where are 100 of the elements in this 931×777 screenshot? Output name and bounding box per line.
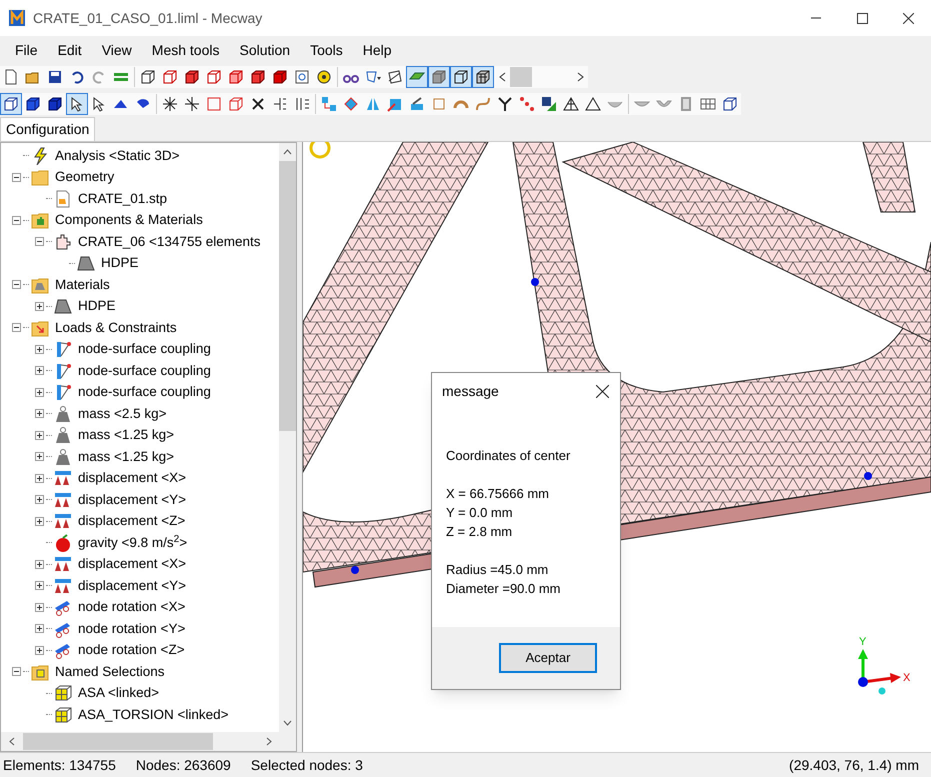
expand-toggle[interactable] bbox=[34, 409, 44, 418]
expand-toggle[interactable] bbox=[34, 646, 44, 655]
tree-item[interactable]: node-surface coupling bbox=[78, 339, 211, 360]
horizontal-scrollbar[interactable] bbox=[1, 732, 296, 751]
dots-icon bbox=[519, 96, 535, 112]
tree-item[interactable]: displacement <X> bbox=[78, 554, 186, 574]
tree-item[interactable]: node-surface coupling bbox=[78, 382, 211, 402]
weight-icon bbox=[54, 426, 72, 444]
app-logo bbox=[8, 9, 26, 27]
expand-toggle[interactable] bbox=[34, 624, 44, 634]
material-folder-icon bbox=[31, 276, 49, 294]
tree-item[interactable]: HDPE bbox=[101, 253, 139, 274]
grid-cube-icon bbox=[54, 706, 72, 724]
expand-toggle[interactable] bbox=[34, 388, 44, 397]
menu-item[interactable]: File bbox=[6, 40, 47, 60]
new-file-icon bbox=[3, 69, 19, 85]
menu-item[interactable]: Mesh tools bbox=[142, 40, 228, 60]
tree-item[interactable]: CRATE_01.stp bbox=[78, 188, 168, 209]
message-text: Diameter =90.0 mm bbox=[446, 580, 562, 598]
tree-item[interactable]: displacement <Y> bbox=[78, 576, 186, 596]
tree-item[interactable]: node rotation <X> bbox=[78, 597, 186, 618]
close-button[interactable] bbox=[594, 383, 610, 399]
collapse-toggle[interactable] bbox=[12, 172, 20, 182]
tree-item[interactable]: ASA_TORSION <linked> bbox=[78, 704, 229, 725]
expand-toggle[interactable] bbox=[34, 516, 44, 526]
wire-cube-icon bbox=[140, 69, 156, 85]
triangle-mesh-icon bbox=[563, 96, 579, 112]
scrollbar-thumb[interactable] bbox=[279, 161, 296, 431]
status-text: Nodes: 263609 bbox=[136, 756, 231, 774]
collapse-toggle[interactable] bbox=[12, 667, 20, 676]
table-icon bbox=[700, 96, 716, 112]
maximize-icon bbox=[856, 12, 868, 24]
dialog-title: message bbox=[442, 382, 499, 401]
expand-toggle[interactable] bbox=[34, 452, 44, 462]
tree-item[interactable]: Analysis <Static 3D> bbox=[55, 146, 180, 166]
tree-item[interactable]: mass <2.5 kg> bbox=[78, 404, 167, 424]
cross-icon bbox=[250, 96, 266, 112]
support-icon bbox=[54, 490, 72, 509]
mesh-cube-icon bbox=[475, 69, 491, 85]
cube-icon bbox=[431, 69, 447, 85]
tree-item[interactable]: displacement <X> bbox=[78, 468, 186, 488]
scrollbar-thumb[interactable] bbox=[23, 733, 213, 750]
tree-item[interactable]: Materials bbox=[55, 274, 110, 295]
viewport[interactable]: Y X message Coordinates of center X = 66.75666 mm Y = 0.0 mm Z = 2.8 mm Radius =45.0 mm Diameter =90.0 mm Aceptar bbox=[302, 142, 931, 752]
expand-toggle[interactable] bbox=[34, 560, 44, 569]
tab[interactable]: Configuration bbox=[0, 117, 96, 141]
toolbar-button[interactable] bbox=[66, 92, 88, 114]
scroll-down-icon bbox=[283, 720, 292, 726]
tree-item[interactable]: gravity <9.8 m/s$^{2}$> bbox=[78, 532, 188, 553]
tree-item[interactable]: Named Selections bbox=[55, 662, 165, 682]
tree-item[interactable]: displacement <Y> bbox=[78, 490, 186, 510]
toolbar-button[interactable] bbox=[450, 66, 472, 88]
expand-toggle[interactable] bbox=[34, 366, 44, 376]
expand-toggle[interactable] bbox=[34, 495, 44, 504]
scrollbar-thumb[interactable] bbox=[510, 67, 532, 87]
tree-item[interactable]: mass <1.25 kg> bbox=[78, 446, 174, 467]
menu-item[interactable]: View bbox=[92, 40, 141, 60]
tree-item[interactable]: ASA <linked> bbox=[78, 683, 160, 704]
plus-icon bbox=[36, 410, 42, 418]
tree-item[interactable]: displacement <Z> bbox=[78, 511, 186, 532]
accept-button[interactable]: Aceptar bbox=[499, 643, 597, 673]
tree-item[interactable]: node rotation <Z> bbox=[78, 640, 185, 660]
collapse-toggle[interactable] bbox=[12, 216, 20, 225]
wire-cube-icon bbox=[228, 96, 244, 112]
menu-item[interactable]: Tools bbox=[301, 40, 352, 60]
expand-toggle[interactable] bbox=[34, 602, 44, 612]
menu-item[interactable]: Help bbox=[354, 40, 401, 60]
expand-toggle[interactable] bbox=[34, 430, 44, 440]
tree-item[interactable]: CRATE_06 <134755 elements bbox=[78, 232, 260, 252]
cube-icon bbox=[722, 96, 738, 112]
loads-folder-icon bbox=[31, 318, 49, 337]
support-icon bbox=[54, 469, 72, 488]
folder-icon bbox=[31, 168, 49, 186]
tree-item[interactable]: node rotation <Y> bbox=[78, 618, 186, 639]
toolbar-button[interactable] bbox=[0, 92, 22, 114]
scroll-up-icon bbox=[283, 149, 292, 155]
tree-item[interactable]: HDPE bbox=[78, 296, 116, 316]
tree-item[interactable]: node-surface coupling bbox=[78, 360, 211, 381]
close-icon bbox=[596, 384, 608, 398]
menu-item[interactable]: Edit bbox=[48, 40, 91, 60]
expand-toggle[interactable] bbox=[34, 581, 44, 590]
tree-item[interactable]: Geometry bbox=[55, 167, 114, 188]
selection-folder-icon bbox=[31, 662, 49, 681]
window-title: CRATE_01_CASO_01.liml - Mecway bbox=[33, 8, 262, 28]
tree-item[interactable]: Loads & Constraints bbox=[55, 318, 177, 338]
collapse-toggle[interactable] bbox=[12, 323, 20, 332]
plus-icon bbox=[36, 604, 42, 611]
toolbar-button[interactable] bbox=[472, 66, 494, 88]
collapse-toggle[interactable] bbox=[12, 280, 20, 290]
scroll-right-icon bbox=[266, 737, 272, 746]
tree-item[interactable]: mass <1.25 kg> bbox=[78, 425, 174, 446]
close-icon bbox=[902, 12, 914, 24]
tree-item[interactable]: Components & Materials bbox=[55, 210, 203, 230]
expand-toggle[interactable] bbox=[34, 474, 44, 483]
expand-toggle[interactable] bbox=[34, 302, 44, 311]
plus-icon bbox=[36, 432, 42, 439]
collapse-toggle[interactable] bbox=[34, 237, 44, 246]
expand-toggle[interactable] bbox=[34, 344, 44, 354]
vertical-scrollbar[interactable] bbox=[279, 143, 296, 732]
menu-item[interactable]: Solution bbox=[230, 40, 300, 60]
